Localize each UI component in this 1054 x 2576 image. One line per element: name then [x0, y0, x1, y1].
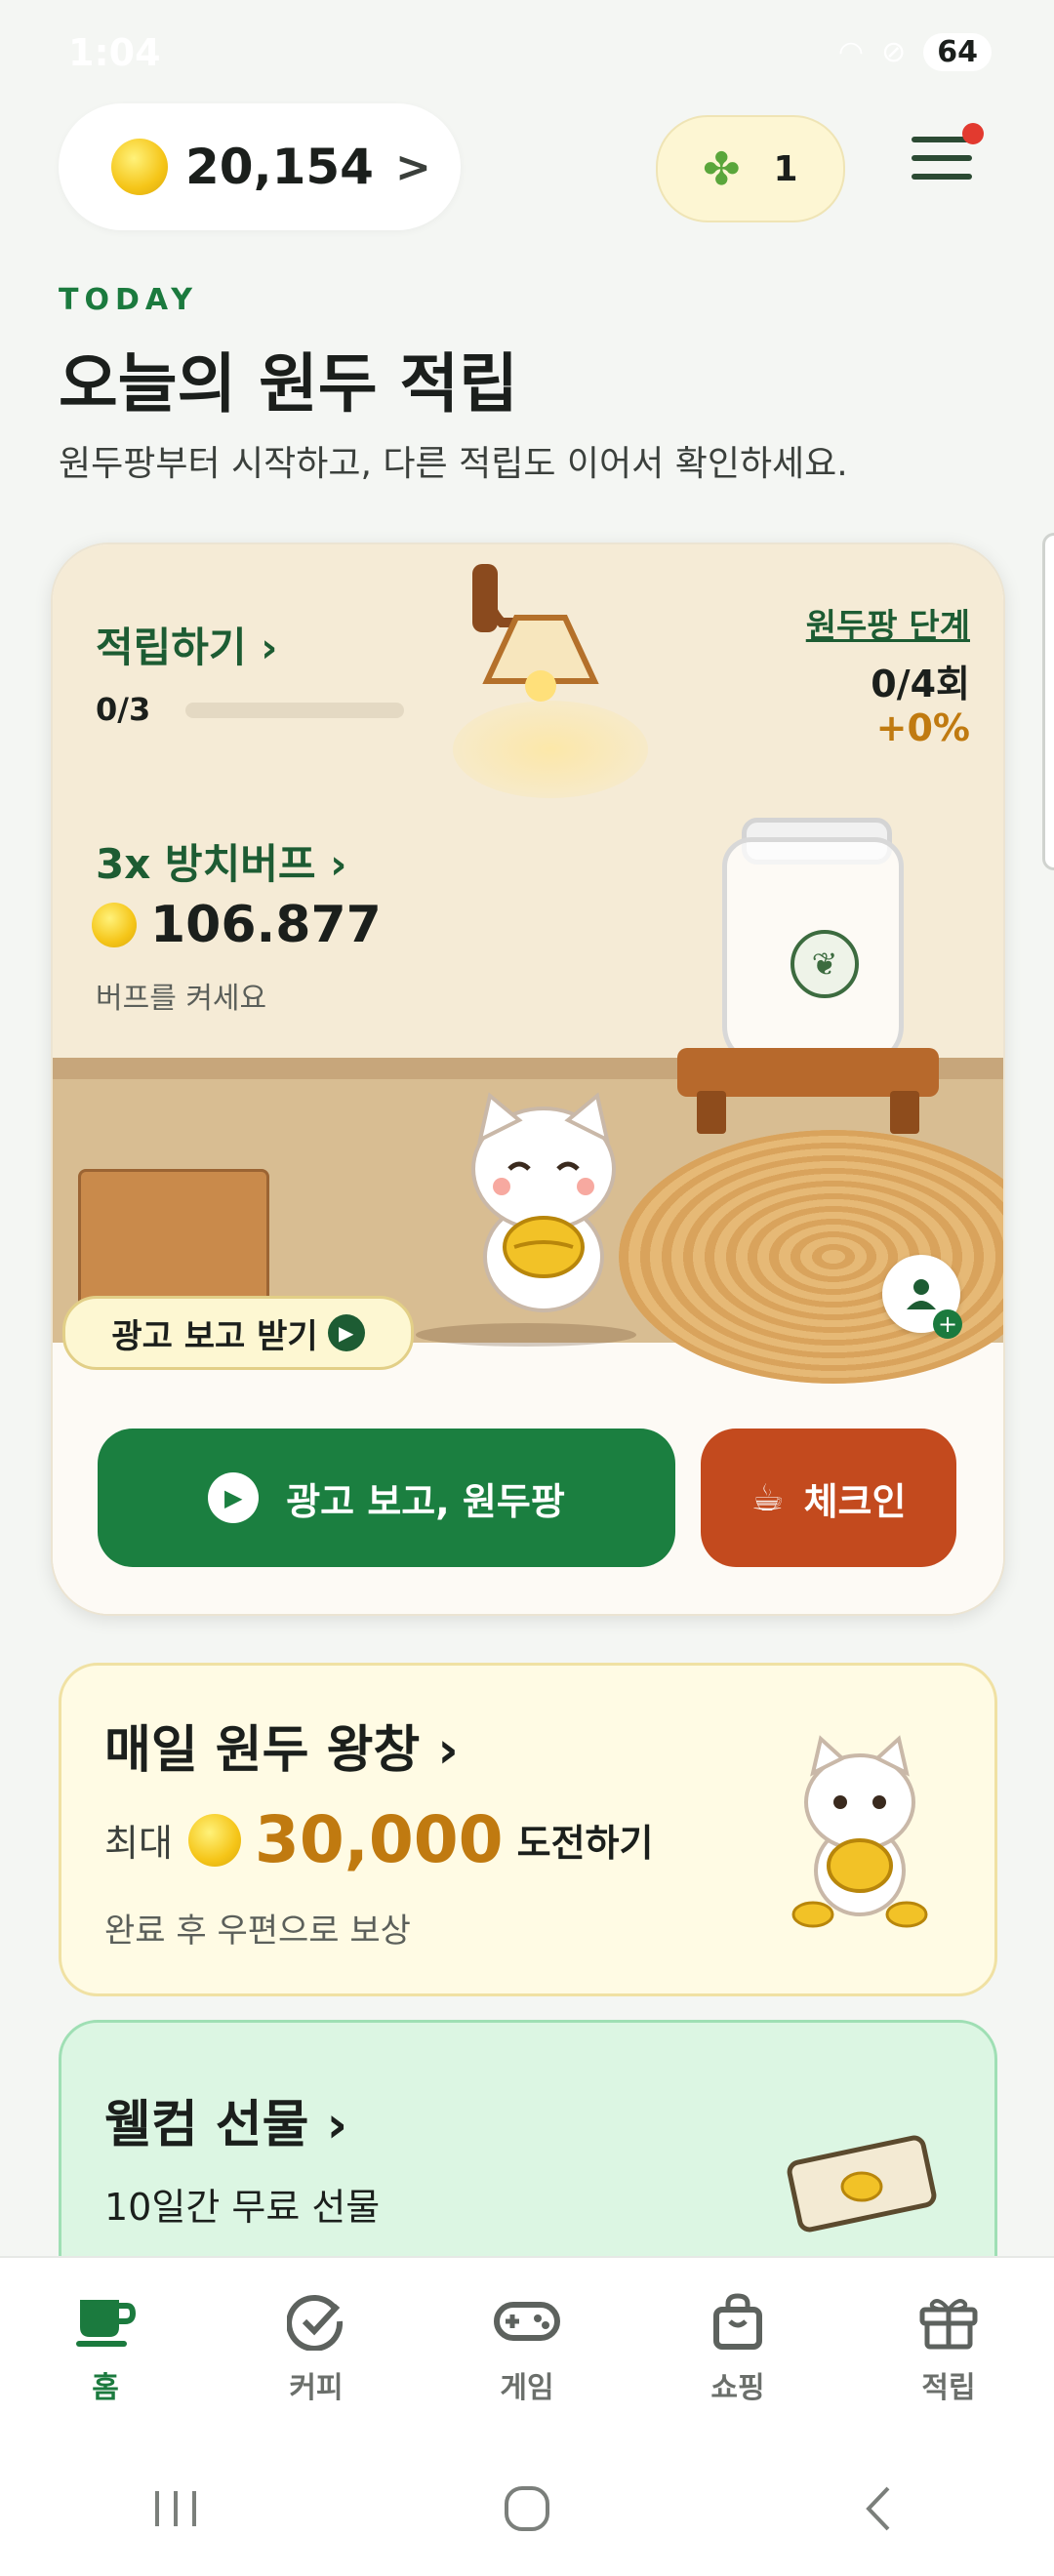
nav-rewards[interactable]: 적립	[843, 2258, 1054, 2443]
collect-progress-bar	[185, 703, 404, 718]
clover-button[interactable]: ✤ 1	[656, 115, 845, 222]
play-icon: ▶	[327, 1314, 365, 1351]
welcome-subtitle: 10일간 무료 선물	[104, 2186, 381, 2229]
menu-button[interactable]	[912, 137, 972, 191]
watch-ad-bean-label: 광고 보고, 원두팡	[286, 1479, 565, 1523]
collect-progress-text: 0/3	[96, 691, 151, 728]
play-icon: ▶	[208, 1472, 260, 1523]
idle-buff-link[interactable]: 3x 방치버프 ›	[96, 831, 346, 891]
gift-icon	[914, 2291, 983, 2352]
dnd-icon: ⊘	[881, 35, 907, 69]
back-button[interactable]	[839, 2479, 917, 2538]
home-circle-icon	[505, 2486, 549, 2531]
daily-amount: 30,000	[254, 1802, 504, 1877]
shelf-leg	[697, 1091, 726, 1134]
system-navigation	[0, 2441, 1054, 2576]
clover-count: 1	[773, 148, 798, 189]
watch-ad-bean-button[interactable]: ▶ 광고 보고, 원두팡	[98, 1429, 675, 1567]
nav-label-rewards: 적립	[921, 2371, 976, 2405]
nav-game[interactable]: 게임	[422, 2258, 632, 2443]
person-icon	[907, 1279, 936, 1309]
cat-shadow	[416, 1323, 636, 1347]
menu-line	[912, 155, 972, 161]
checkin-button[interactable]: ☕ 체크인	[701, 1429, 956, 1567]
watch-ad-reward-label: 광고 보고 받기	[111, 1316, 318, 1356]
daily-max-label: 최대	[104, 1822, 173, 1865]
buff-amount: 106.877	[150, 896, 382, 954]
notification-dot	[962, 123, 984, 144]
bean-collect-card: 적립하기 › 0/3 원두팡 단계 0/4회 +0% 3x 방치버프 › 106…	[51, 543, 1005, 1616]
plus-icon: +	[933, 1309, 962, 1339]
back-icon	[866, 2486, 890, 2531]
daily-reward-row: 최대 30,000 도전하기	[104, 1802, 653, 1877]
daily-subtitle: 완료 후 우편으로 보상	[104, 1912, 411, 1951]
stage-link[interactable]: 원두팡 단계	[806, 599, 970, 647]
stage-count: 0/4회	[871, 663, 970, 705]
watch-ad-reward-button[interactable]: 광고 보고 받기 ▶	[62, 1296, 414, 1370]
nav-label-coffee: 커피	[289, 2371, 344, 2405]
cat-mascot-icon[interactable]	[451, 1091, 636, 1315]
wooden-shelf	[677, 1048, 939, 1097]
daily-challenge: 도전하기	[516, 1822, 654, 1865]
home-button[interactable]	[488, 2479, 566, 2538]
wall-lamp-icon	[472, 564, 599, 702]
bottom-navigation: 홈 커피 게임 쇼핑 적립	[0, 2256, 1054, 2443]
shelf-leg	[890, 1091, 919, 1134]
nav-shopping[interactable]: 쇼핑	[632, 2258, 843, 2443]
coin-icon	[187, 1813, 241, 1867]
status-icons: ◠ ⊘ 64	[838, 33, 992, 71]
nav-home[interactable]: 홈	[0, 2258, 211, 2443]
daily-bean-card[interactable]: 매일 원두 왕창 › 최대 30,000 도전하기 완료 후 우편으로 보상	[59, 1663, 997, 1996]
collect-link[interactable]: 적립하기 ›	[96, 615, 278, 674]
scroll-indicator[interactable]	[1042, 533, 1054, 870]
coin-icon	[92, 903, 137, 947]
buff-hint: 버프를 켜세요	[96, 982, 267, 1016]
page-subtitle: 원두팡부터 시작하고, 다른 적립도 이어서 확인하세요.	[59, 444, 848, 484]
shopping-bag-icon	[704, 2291, 772, 2352]
coin-balance: 20,154	[185, 139, 374, 195]
cat-holding-bean-icon	[791, 1735, 928, 1928]
nav-label-home: 홈	[92, 2371, 119, 2405]
today-eyebrow: TODAY	[59, 283, 198, 317]
buff-amount-row: 106.877	[92, 896, 382, 954]
recent-apps-button[interactable]	[137, 2479, 215, 2538]
battery-level: 64	[923, 33, 992, 71]
stage-percent: +0%	[875, 706, 970, 749]
wifi-icon: ◠	[837, 35, 865, 69]
checkin-label: 체크인	[803, 1479, 907, 1523]
clover-icon: ✤	[703, 142, 741, 195]
nav-label-game: 게임	[500, 2371, 554, 2405]
welcome-title: 웰컴 선물 ›	[104, 2096, 347, 2154]
daily-title: 매일 원두 왕창 ›	[104, 1721, 459, 1780]
menu-line	[912, 174, 972, 180]
status-bar: 1:04 ◠ ⊘ 64	[0, 0, 1054, 107]
status-time: 1:04	[68, 31, 161, 74]
nav-coffee[interactable]: 커피	[211, 2258, 422, 2443]
check-circle-icon	[282, 2291, 350, 2352]
chevron-right-icon: >	[394, 141, 431, 192]
recent-apps-icon	[155, 2491, 196, 2526]
ticket-icon	[787, 2135, 937, 2233]
coffee-cup-icon	[71, 2291, 140, 2352]
coin-balance-button[interactable]: 20,154 >	[59, 103, 461, 230]
gamepad-icon	[493, 2291, 561, 2352]
page-title: 오늘의 원두 적립	[59, 346, 518, 422]
cup-icon: ☕	[750, 1476, 785, 1519]
coin-icon	[111, 139, 168, 195]
nav-label-shopping: 쇼핑	[710, 2371, 765, 2405]
leaf-icon: ❦	[790, 930, 859, 998]
